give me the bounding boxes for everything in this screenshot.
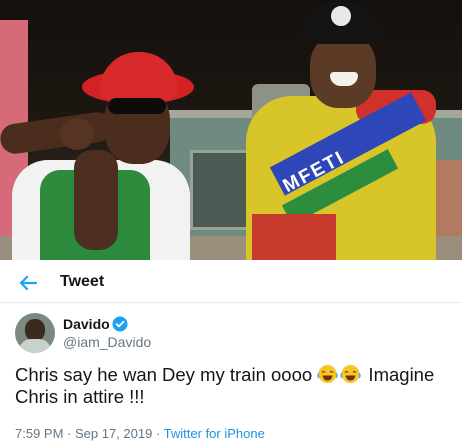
avatar-shoulders <box>19 339 51 353</box>
tweet-text: Chris say he wan Dey my train oooo Imagi… <box>15 364 455 408</box>
page-title: Tweet <box>60 273 105 290</box>
avatar[interactable] <box>15 313 55 353</box>
meta-separator: · <box>152 426 164 441</box>
tweet-text-part1: Chris say he wan Dey my train oooo <box>15 364 318 385</box>
arrow-left-icon[interactable] <box>16 271 40 295</box>
face-with-tears-of-joy-icon <box>340 364 362 384</box>
avatar-face <box>25 319 45 341</box>
person1-hat <box>100 52 178 100</box>
tweet-time[interactable]: 7:59 PM <box>15 426 63 441</box>
verified-badge-icon <box>112 316 128 332</box>
tweet-photo[interactable]: MFETI <box>0 0 462 260</box>
tweet-source-link[interactable]: Twitter for iPhone <box>164 426 265 441</box>
person1-arm <box>74 150 118 250</box>
face-with-tears-of-joy-icon <box>317 364 339 384</box>
person1-sunglasses <box>108 98 166 114</box>
person2-jacket-patch <box>252 214 336 260</box>
author-name[interactable]: Davido <box>63 316 110 332</box>
cap-logo-icon <box>329 4 353 28</box>
meta-separator: · <box>63 426 75 441</box>
person2-grin <box>330 72 358 86</box>
person1-hand <box>60 118 94 150</box>
author-handle[interactable]: @iam_Davido <box>63 334 151 350</box>
tweet-header: Tweet <box>0 263 462 303</box>
tweet-date[interactable]: Sep 17, 2019 <box>75 426 152 441</box>
person2-head <box>310 34 376 108</box>
tweet-meta: 7:59 PM · Sep 17, 2019 · Twitter for iPh… <box>15 426 265 441</box>
